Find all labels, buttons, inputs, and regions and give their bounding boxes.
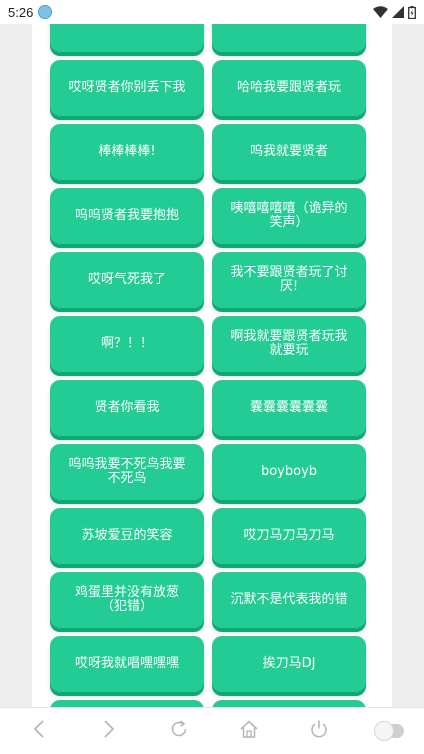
sound-button[interactable]: 沉默不是代表我的错: [212, 572, 366, 628]
sound-button[interactable]: 呜我就要贤者: [212, 124, 366, 180]
back-icon: [33, 720, 45, 742]
battery-icon: [408, 5, 416, 19]
power-icon: [309, 719, 329, 743]
back-button[interactable]: [4, 708, 74, 754]
sound-button[interactable]: [212, 24, 366, 52]
sound-button[interactable]: 啊？！！: [50, 316, 204, 372]
sound-button[interactable]: 哎呀气死我了: [50, 252, 204, 308]
status-bar: 5:26: [0, 0, 424, 24]
sound-button[interactable]: 囊囊囊囊囊囊: [212, 380, 366, 436]
mode-toggle[interactable]: [374, 721, 404, 741]
forward-button[interactable]: [74, 708, 144, 754]
app-notification-icon: [38, 5, 53, 19]
sound-button[interactable]: boyboyb: [212, 444, 366, 500]
forward-icon: [103, 720, 115, 742]
sound-button[interactable]: 棒棒棒棒!: [50, 124, 204, 180]
sound-button[interactable]: 哎呀贤者你别丢下我: [50, 60, 204, 116]
status-time: 5:26: [8, 4, 34, 20]
browser-nav-bar: [0, 707, 424, 754]
sound-button[interactable]: 挨刀马DJ: [212, 636, 366, 692]
toggle-knob: [374, 721, 394, 741]
power-button[interactable]: [284, 708, 354, 754]
sound-button[interactable]: [212, 700, 366, 707]
home-button[interactable]: [214, 708, 284, 754]
sound-button[interactable]: 呜呜贤者我要抱抱: [50, 188, 204, 244]
refresh-icon: [169, 719, 189, 743]
sound-button[interactable]: 哎刀马刀马刀马: [212, 508, 366, 564]
sound-button[interactable]: [50, 24, 204, 52]
page-content[interactable]: 哎呀贤者你别丢下我 哈哈我要跟贤者玩 棒棒棒棒! 呜我就要贤者 呜呜贤者我要抱抱 咦嘻嘻嘻…: [0, 24, 424, 707]
sound-button[interactable]: 啊我就要跟贤者玩我就要玩: [212, 316, 366, 372]
wifi-icon: [373, 6, 388, 18]
refresh-button[interactable]: [144, 708, 214, 754]
sound-button[interactable]: 我不要跟贤者玩了讨厌!: [212, 252, 366, 308]
sound-button-grid: 哎呀贤者你别丢下我 哈哈我要跟贤者玩 棒棒棒棒! 呜我就要贤者 呜呜贤者我要抱抱 咦嘻嘻嘻…: [50, 24, 366, 707]
sound-button[interactable]: [50, 700, 204, 707]
sound-button[interactable]: 呜呜我要不死鸟我要不死鸟: [50, 444, 204, 500]
sound-button[interactable]: 贤者你看我: [50, 380, 204, 436]
status-icons: [373, 5, 416, 19]
sound-button[interactable]: 鸡蛋里并没有放葱（犯错）: [50, 572, 204, 628]
sound-button[interactable]: 哈哈我要跟贤者玩: [212, 60, 366, 116]
signal-icon: [392, 6, 404, 18]
home-icon: [239, 719, 259, 743]
sound-button[interactable]: 咦嘻嘻嘻嘻（诡异的笑声）: [212, 188, 366, 244]
sound-button[interactable]: 苏坡爱豆的笑容: [50, 508, 204, 564]
sound-button[interactable]: 哎呀我就唱嘿嘿嘿: [50, 636, 204, 692]
